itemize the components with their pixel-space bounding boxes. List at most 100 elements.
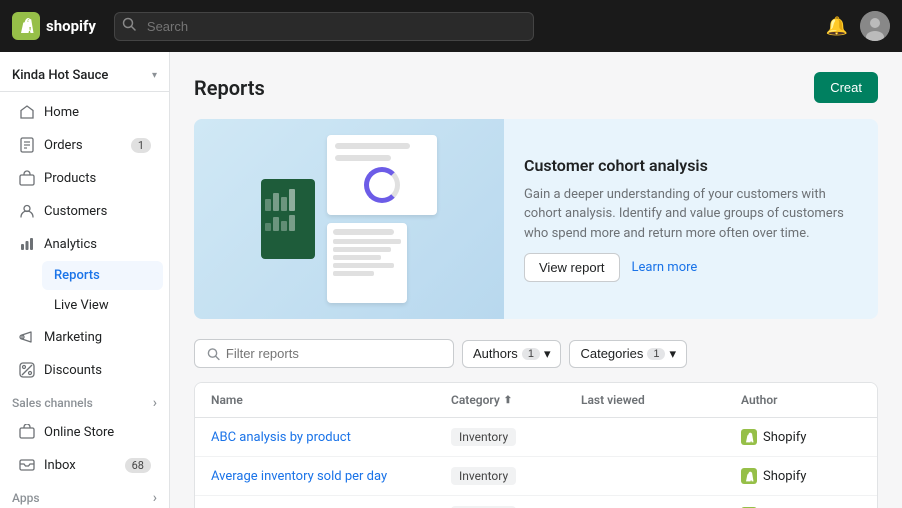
sidebar: Kinda Hot Sauce ▾ Home Orders 1 Products — [0, 52, 170, 508]
products-icon — [18, 169, 36, 187]
visual-donut-card — [327, 135, 437, 215]
promo-actions: View report Learn more — [524, 253, 858, 282]
sidebar-item-online-store[interactable]: Online Store — [6, 416, 163, 448]
table-row: Average inventory sold per day Inventory… — [195, 457, 877, 496]
th-category[interactable]: Category ⬆ — [451, 393, 581, 407]
table-row: Days of inventory remaining Inventory Sh… — [195, 496, 877, 508]
sidebar-label-discounts: Discounts — [44, 363, 102, 378]
authors-filter-label: Authors — [473, 346, 518, 361]
orders-badge: 1 — [131, 138, 151, 153]
categories-filter-button[interactable]: Categories 1 ▾ — [569, 340, 687, 368]
sort-icon: ⬆ — [504, 395, 512, 406]
visual-lines-card — [327, 223, 407, 303]
category-badge: Inventory — [451, 428, 516, 446]
sidebar-item-products[interactable]: Products — [6, 162, 163, 194]
promo-card: Customer cohort analysis Gain a deeper u… — [194, 119, 878, 319]
main-content: Reports Creat — [170, 52, 902, 508]
sidebar-item-home[interactable]: Home — [6, 96, 163, 128]
chevron-down-icon: ▾ — [152, 70, 157, 81]
sidebar-label-orders: Orders — [44, 138, 83, 153]
apps-expand-icon[interactable]: › — [153, 490, 157, 506]
main-layout: Kinda Hot Sauce ▾ Home Orders 1 Products — [0, 52, 902, 508]
create-button[interactable]: Creat — [814, 72, 878, 103]
shopify-logo: shopify — [12, 12, 96, 40]
promo-content: Customer cohort analysis Gain a deeper u… — [504, 119, 878, 319]
sales-channels-section: Sales channels › — [0, 387, 169, 415]
inbox-icon — [18, 456, 36, 474]
avatar[interactable] — [860, 11, 890, 41]
topbar-right: 🔔 — [826, 11, 890, 41]
search-input[interactable] — [114, 12, 534, 41]
filter-search-container — [194, 339, 454, 368]
sidebar-item-discounts[interactable]: Discounts — [6, 354, 163, 386]
th-author: Author — [741, 393, 861, 407]
orders-icon — [18, 136, 36, 154]
marketing-icon — [18, 328, 36, 346]
authors-filter-button[interactable]: Authors 1 ▾ — [462, 340, 561, 368]
shopify-logo-icon — [12, 12, 40, 40]
filter-search-input[interactable] — [226, 346, 441, 361]
search-icon — [122, 17, 136, 35]
bell-icon[interactable]: 🔔 — [826, 16, 848, 37]
sidebar-label-marketing: Marketing — [44, 330, 102, 345]
online-store-icon — [18, 423, 36, 441]
promo-description: Gain a deeper understanding of your cust… — [524, 185, 858, 244]
sidebar-label-products: Products — [44, 171, 96, 186]
th-category-label: Category — [451, 393, 500, 407]
learn-more-link[interactable]: Learn more — [632, 260, 698, 275]
page-title: Reports — [194, 76, 265, 100]
sidebar-item-inbox[interactable]: Inbox 68 — [6, 449, 163, 481]
filter-search-icon — [207, 347, 220, 361]
th-last-viewed: Last viewed — [581, 393, 741, 407]
sales-channels-label: Sales channels — [12, 396, 93, 410]
shopify-author-icon — [741, 468, 757, 484]
category-badge: Inventory — [451, 467, 516, 485]
sidebar-label-customers: Customers — [44, 204, 107, 219]
home-icon — [18, 103, 36, 121]
sidebar-label-inbox: Inbox — [44, 458, 76, 473]
table-header: Name Category ⬆ Last viewed Author — [195, 383, 877, 418]
topbar: shopify 🔔 — [0, 0, 902, 52]
sidebar-item-reports[interactable]: Reports — [42, 261, 163, 290]
sidebar-item-analytics[interactable]: Analytics — [6, 228, 163, 260]
table-row: ABC analysis by product Inventory Shopif… — [195, 418, 877, 457]
store-selector[interactable]: Kinda Hot Sauce ▾ — [0, 60, 169, 92]
th-name: Name — [211, 393, 451, 407]
categories-filter-label: Categories — [580, 346, 643, 361]
categories-filter-chevron: ▾ — [669, 346, 676, 362]
report-author: Shopify — [741, 429, 861, 445]
store-name: Kinda Hot Sauce — [12, 68, 108, 83]
report-category: Inventory — [451, 467, 581, 485]
filter-bar: Authors 1 ▾ Categories 1 ▾ — [194, 339, 878, 368]
sidebar-item-live-view[interactable]: Live View — [42, 291, 163, 320]
analytics-submenu: Reports Live View — [0, 261, 169, 320]
authors-filter-chevron: ▾ — [544, 346, 551, 362]
reports-table: Name Category ⬆ Last viewed Author ABC a… — [194, 382, 878, 508]
authors-filter-badge: 1 — [522, 348, 540, 360]
page-header: Reports Creat — [194, 72, 878, 103]
shopify-author-icon — [741, 429, 757, 445]
sidebar-item-orders[interactable]: Orders 1 — [6, 129, 163, 161]
inbox-badge: 68 — [125, 458, 151, 473]
view-report-button[interactable]: View report — [524, 253, 620, 282]
author-name: Shopify — [763, 469, 806, 484]
customers-icon — [18, 202, 36, 220]
discounts-icon — [18, 361, 36, 379]
analytics-icon — [18, 235, 36, 253]
report-name-link[interactable]: Average inventory sold per day — [211, 469, 451, 484]
report-name-link[interactable]: ABC analysis by product — [211, 430, 451, 445]
apps-label: Apps — [12, 491, 40, 505]
categories-filter-badge: 1 — [647, 348, 665, 360]
sidebar-label-reports: Reports — [54, 268, 100, 283]
sidebar-label-home: Home — [44, 105, 79, 120]
sidebar-item-customers[interactable]: Customers — [6, 195, 163, 227]
logo-text: shopify — [46, 17, 96, 35]
promo-visual — [194, 119, 504, 319]
sidebar-label-analytics: Analytics — [44, 237, 97, 252]
author-name: Shopify — [763, 430, 806, 445]
sales-channels-expand-icon[interactable]: › — [153, 395, 157, 411]
search-container — [114, 12, 534, 41]
report-author: Shopify — [741, 468, 861, 484]
table-body: ABC analysis by product Inventory Shopif… — [195, 418, 877, 508]
sidebar-item-marketing[interactable]: Marketing — [6, 321, 163, 353]
